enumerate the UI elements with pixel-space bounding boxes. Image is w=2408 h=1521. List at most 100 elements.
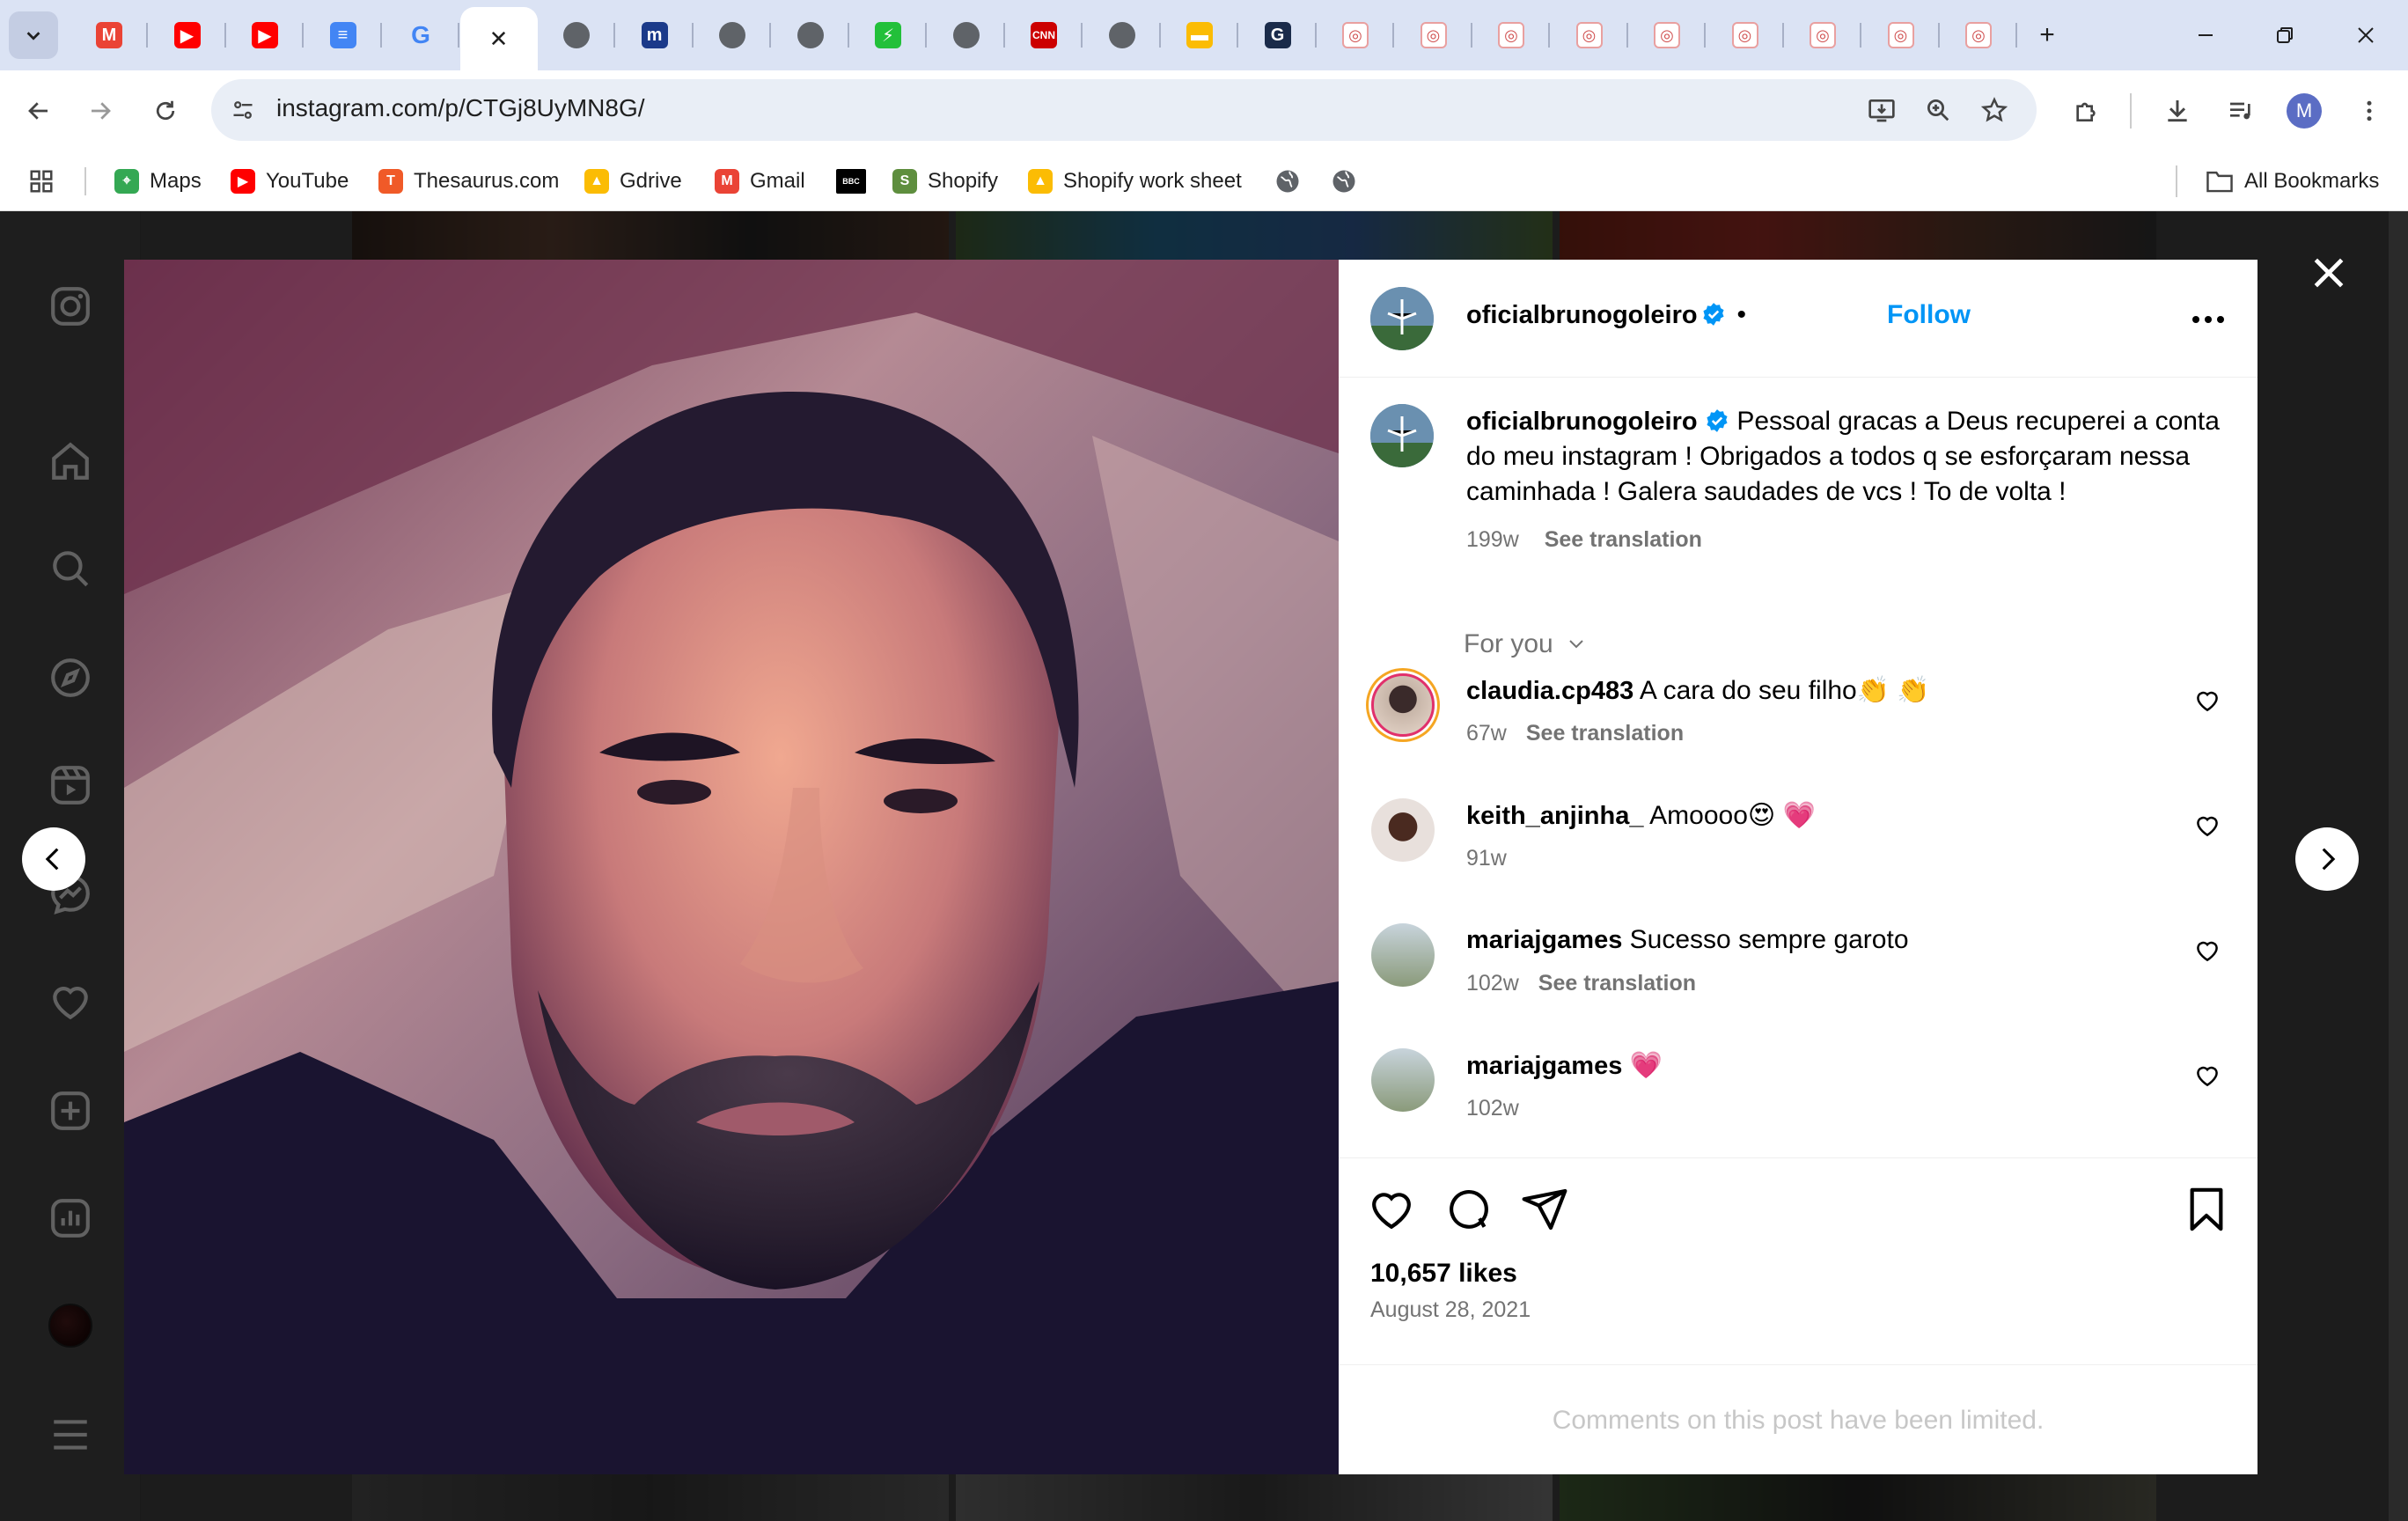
commenter-avatar[interactable] xyxy=(1371,673,1435,737)
minimize-button[interactable] xyxy=(2167,7,2244,63)
previous-post-button[interactable] xyxy=(22,827,85,891)
all-bookmarks-button[interactable]: All Bookmarks xyxy=(2206,162,2379,201)
share-paper-plane-icon[interactable] xyxy=(1520,1185,1569,1234)
see-translation-link[interactable]: See translation xyxy=(1545,527,1702,552)
bookmark-label: YouTube xyxy=(266,169,349,193)
thesaurus-icon: T xyxy=(378,169,403,194)
bookmark-item[interactable]: ▲ Shopify work sheet xyxy=(1028,162,1242,201)
browser-tab[interactable]: ▶ xyxy=(226,11,304,60)
bookmark-item[interactable]: BBC xyxy=(836,162,866,201)
tab-active[interactable]: ✕ xyxy=(459,7,538,70)
browser-tab[interactable] xyxy=(694,11,771,60)
browser-tab[interactable]: ≡ xyxy=(305,11,382,60)
browser-menu-button[interactable] xyxy=(2343,84,2396,137)
downloads-button[interactable] xyxy=(2151,84,2204,137)
follow-button[interactable]: Follow xyxy=(1887,300,1971,330)
browser-tab[interactable]: ◎ xyxy=(1707,11,1784,60)
extensions-button[interactable] xyxy=(2059,84,2112,137)
close-modal-button[interactable] xyxy=(2301,245,2357,301)
page-scrollbar[interactable] xyxy=(2389,211,2408,1521)
browser-tab[interactable]: ◎ xyxy=(1317,11,1394,60)
bookmark-item[interactable]: ⌖ Maps xyxy=(114,162,202,201)
browser-tab[interactable]: CNN xyxy=(1005,11,1083,60)
next-post-button[interactable] xyxy=(2295,827,2359,891)
comment-bubble-icon[interactable] xyxy=(1444,1185,1494,1234)
browser-tab[interactable]: ◎ xyxy=(1551,11,1628,60)
media-controls-button[interactable] xyxy=(2214,84,2267,137)
caption-username[interactable]: oficialbrunogoleiro xyxy=(1466,408,1698,436)
new-tab-button[interactable]: + xyxy=(2008,7,2086,63)
bookmark-item[interactable]: ▲ Gdrive xyxy=(584,162,682,201)
browser-tab[interactable]: ▬ xyxy=(1161,11,1238,60)
commenter-username[interactable]: mariajgames xyxy=(1466,926,1622,954)
comment-like-heart-icon[interactable] xyxy=(2194,812,2221,839)
comment-like-heart-icon[interactable] xyxy=(2194,687,2221,714)
author-avatar[interactable] xyxy=(1370,287,1434,350)
for-you-dropdown[interactable]: For you xyxy=(1464,629,1587,659)
bookmark-star-icon[interactable] xyxy=(1975,91,2014,129)
browser-tab[interactable]: ◎ xyxy=(1395,11,1472,60)
zoom-icon[interactable] xyxy=(1919,91,1957,129)
bookmarks-divider xyxy=(2176,165,2177,197)
chevron-left-icon xyxy=(45,848,59,871)
back-button[interactable] xyxy=(12,84,65,137)
commenter-avatar[interactable] xyxy=(1371,923,1435,987)
commenter-username[interactable]: claudia.cp483 xyxy=(1466,677,1633,705)
commenter-avatar[interactable] xyxy=(1371,1048,1435,1112)
forward-button[interactable] xyxy=(74,84,127,137)
save-bookmark-icon[interactable] xyxy=(2182,1185,2231,1234)
apps-button[interactable] xyxy=(28,162,55,201)
restore-button[interactable] xyxy=(2246,7,2324,63)
bookmark-globe-2[interactable] xyxy=(1331,162,1357,201)
comment-text-line: mariajgames Sucesso sempre garoto xyxy=(1466,925,2135,955)
close-window-button[interactable] xyxy=(2327,7,2404,63)
bookmark-label: Gmail xyxy=(750,169,805,193)
bookmark-item[interactable]: M Gmail xyxy=(715,162,805,201)
bookmark-item[interactable]: ▶ YouTube xyxy=(231,162,349,201)
browser-tab[interactable]: ◎ xyxy=(1940,11,2017,60)
bookmark-item[interactable]: S Shopify xyxy=(892,162,998,201)
browser-tab[interactable]: m xyxy=(616,11,694,60)
bookmark-label: Maps xyxy=(150,169,202,193)
browser-tab[interactable]: ◎ xyxy=(1784,11,1861,60)
more-options-button[interactable] xyxy=(2187,302,2229,337)
caption-avatar[interactable] xyxy=(1370,404,1434,467)
commenter-avatar[interactable] xyxy=(1371,798,1435,862)
profile-button[interactable]: M xyxy=(2278,84,2331,137)
comment-like-heart-icon[interactable] xyxy=(2194,1062,2221,1089)
browser-tab[interactable] xyxy=(1083,11,1161,60)
commenter-username[interactable]: mariajgames xyxy=(1466,1052,1622,1080)
browser-tab[interactable]: ▶ xyxy=(149,11,226,60)
reload-icon xyxy=(156,100,175,121)
browser-tab[interactable]: M xyxy=(70,11,148,60)
tab-search-button[interactable] xyxy=(9,11,58,59)
browser-tab[interactable]: ◎ xyxy=(1472,11,1550,60)
site-info-icon[interactable] xyxy=(224,91,262,129)
address-bar[interactable]: instagram.com/p/CTGj8UyMN8G/ xyxy=(211,79,2037,141)
reload-button[interactable] xyxy=(139,84,192,137)
browser-tab[interactable]: G xyxy=(1239,11,1317,60)
browser-tab[interactable]: ⚡ xyxy=(849,11,927,60)
bookmark-globe-1[interactable] xyxy=(1274,162,1301,201)
close-icon[interactable]: ✕ xyxy=(486,26,512,52)
verified-badge-icon xyxy=(1703,303,1724,326)
author-username[interactable]: oficialbrunogoleiro xyxy=(1466,301,1698,329)
bookmark-item[interactable]: T Thesaurus.com xyxy=(378,162,559,201)
commenter-username[interactable]: keith_anjinha_ xyxy=(1466,802,1643,830)
likes-count[interactable]: 10,657 likes xyxy=(1370,1259,1517,1289)
see-translation-link[interactable]: See translation xyxy=(1538,971,1696,996)
browser-tab[interactable]: ◎ xyxy=(1862,11,1940,60)
browser-tab[interactable] xyxy=(538,11,615,60)
browser-tab[interactable] xyxy=(928,11,1005,60)
browser-tab[interactable]: G xyxy=(382,11,459,60)
browser-tab[interactable]: ◎ xyxy=(1628,11,1706,60)
apps-grid-icon xyxy=(30,170,53,193)
see-translation-link[interactable]: See translation xyxy=(1526,721,1684,746)
install-app-icon[interactable] xyxy=(1862,91,1901,129)
url-text[interactable]: instagram.com/p/CTGj8UyMN8G/ xyxy=(276,94,645,122)
like-heart-icon[interactable] xyxy=(1367,1185,1416,1234)
post-photo[interactable] xyxy=(124,260,1339,1474)
comment-text: Amoooo😍 💗 xyxy=(1649,801,1816,830)
browser-tab[interactable] xyxy=(772,11,849,60)
comment-like-heart-icon[interactable] xyxy=(2194,937,2221,964)
